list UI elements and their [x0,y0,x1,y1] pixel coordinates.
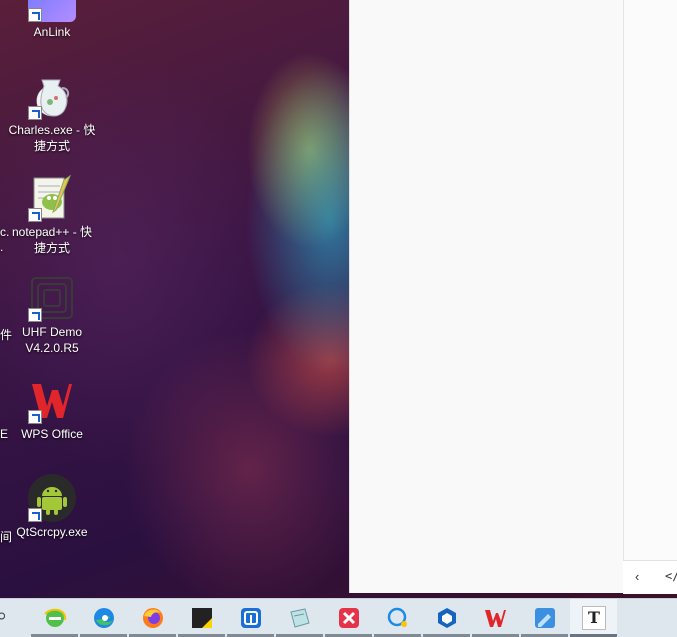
shortcut-arrow-icon [28,106,42,120]
taskbar-app-firefox[interactable] [129,599,176,637]
cube-icon [438,608,456,628]
clipped-label: . [0,240,4,254]
clipped-label: 间 [0,530,13,544]
taskbar-app-store[interactable] [227,599,274,637]
firefox-icon [143,608,163,628]
sticky-notes-icon [192,608,212,628]
anlink-icon [28,0,76,22]
drawing-icon [535,608,555,628]
typora-icon: T [582,606,606,630]
taskbar-app-wps[interactable] [472,599,519,637]
shortcut-arrow-icon [28,508,42,522]
clipped-label: c. [0,225,10,239]
desktop-icon-label: QtScrcpy.exe [16,525,88,539]
window-bottom-bar: ‹ </ [623,560,677,594]
search-icon[interactable]: ⌕ [0,605,7,628]
shortcut-arrow-icon [28,308,42,322]
taskbar-app-edge[interactable] [80,599,127,637]
desktop-icon-label: AnLink [33,25,71,39]
taskbar: ⌕ T [0,598,677,637]
taskbar-app-typora[interactable]: T [570,599,617,637]
taskbar-app-ie[interactable] [31,599,78,637]
desktop-icon-qtscrcpy[interactable]: QtScrcpy.exe [7,474,97,540]
edge-icon [94,608,114,628]
app-window: ‹ </ [349,0,677,594]
taskbar-app-sticky[interactable] [178,599,225,637]
taskbar-app-notes[interactable] [276,599,323,637]
chat-icon [387,607,407,627]
notepadpp-icon [28,174,76,222]
ie-icon [44,608,67,627]
desktop-icon-anlink[interactable]: AnLink [7,0,97,40]
source-code-button[interactable]: </ [665,569,677,583]
clipped-label: E [0,427,9,441]
right-pane [624,0,677,560]
android-icon [28,474,76,522]
desktop-icon-uhf-demo[interactable]: UHF Demo V4.2.0.R5 [7,274,97,356]
charles-icon [28,72,76,120]
shortcut-arrow-icon [28,410,42,424]
taskbar-app-xmind[interactable] [325,599,372,637]
desktop-icon-label: WPS Office [21,427,83,441]
shortcut-arrow-icon [28,8,42,22]
uhf-demo-icon [28,274,76,322]
desktop-icon-charles[interactable]: Charles.exe - 快捷方式 [7,72,97,154]
desktop-icon-wps[interactable]: WPS Office [7,376,97,442]
shortcut-arrow-icon [28,208,42,222]
wps-icon [485,610,506,627]
desktop-icon-label: Charles.exe - 快捷方式 [8,123,96,153]
wps-icon [28,376,76,424]
desktop-icon-label: notepad++ - 快捷方式 [11,225,93,255]
clipped-label: 件 [0,328,13,342]
taskbar-app-chat[interactable] [374,599,421,637]
xmind-icon [339,608,359,628]
taskbar-app-drawing[interactable] [521,599,568,637]
back-button[interactable]: ‹ [635,569,639,584]
app-store-icon [241,608,261,628]
desktop-icon-notepadpp[interactable]: notepad++ - 快捷方式 [7,174,97,256]
desktop-icon-label: UHF Demo V4.2.0.R5 [21,325,82,355]
taskbar-app-cube[interactable] [423,599,470,637]
notes-icon [290,608,310,628]
